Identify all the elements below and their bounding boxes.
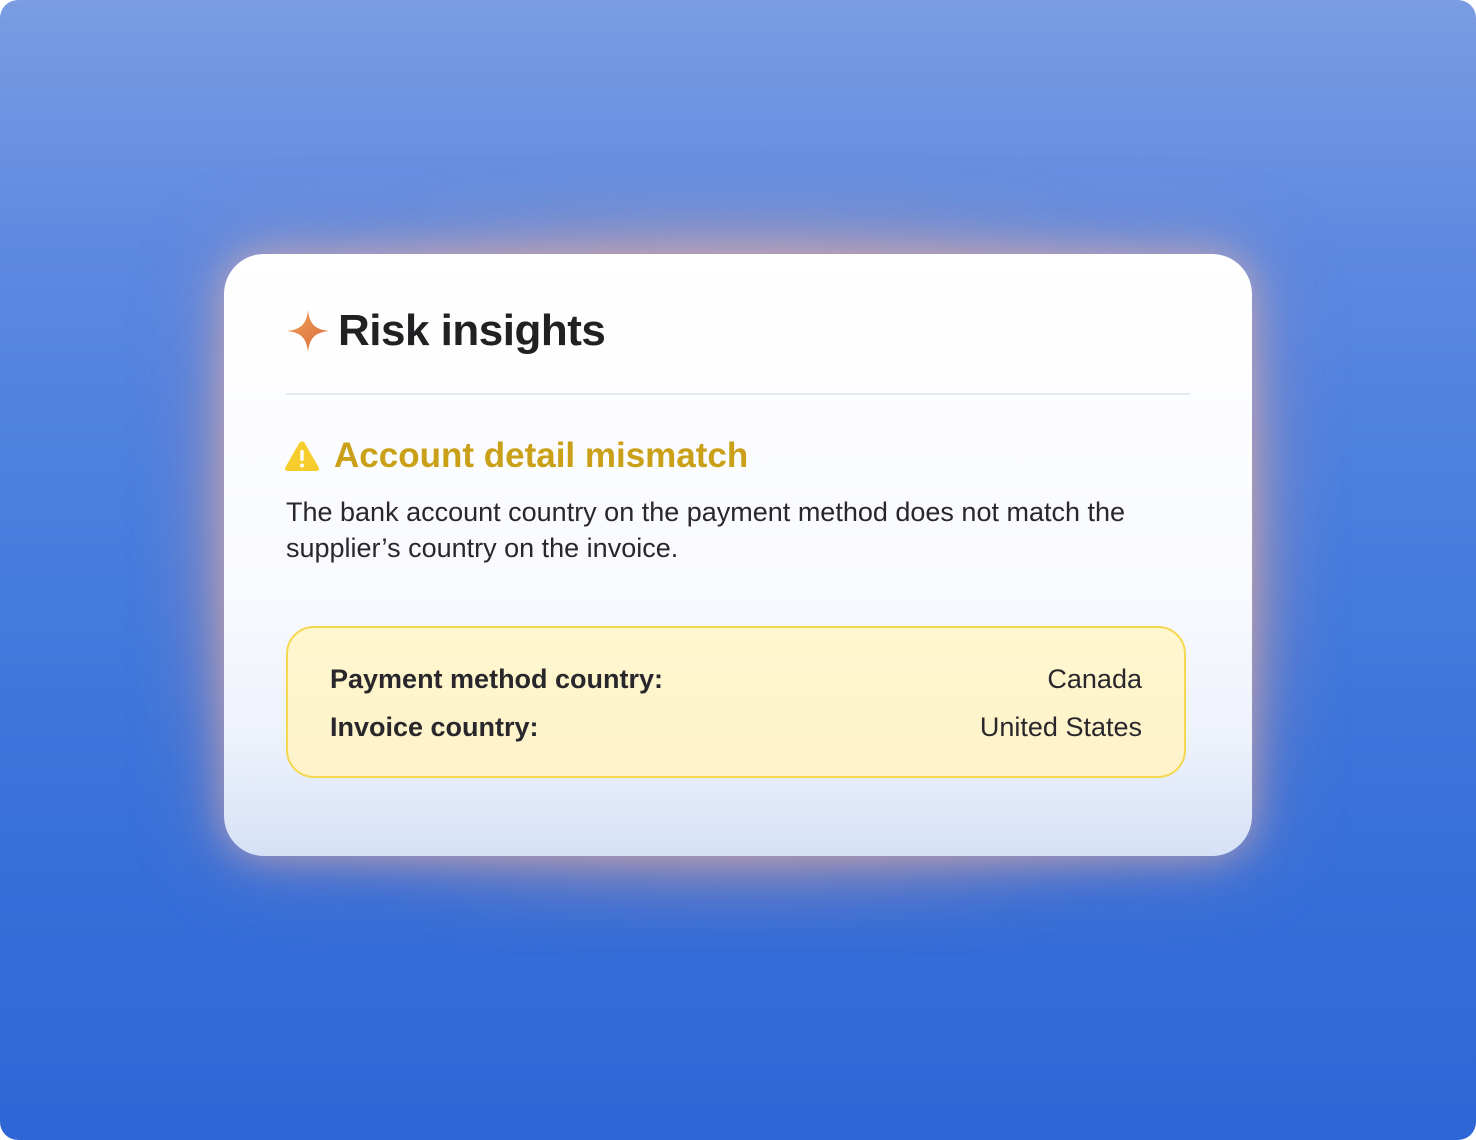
alert-description: The bank account country on the payment … (286, 497, 1126, 563)
detail-label: Payment method country: (330, 664, 664, 694)
risk-insights-card: Risk insights Account detail mismatch Th… (224, 254, 1252, 856)
mismatch-details-box: Payment method country: Canada Invoice c… (286, 626, 1186, 778)
card-title: Risk insights (338, 306, 606, 355)
card-header: Risk insights (286, 306, 606, 356)
detail-row-payment-method: Payment method country: Canada (330, 664, 1142, 695)
background-canvas: Risk insights Account detail mismatch Th… (0, 0, 1476, 1140)
alert-heading: Account detail mismatch (284, 436, 748, 476)
alert-title: Account detail mismatch (334, 436, 749, 475)
sparkle-icon (286, 309, 330, 353)
detail-row-invoice: Invoice country: United States (330, 712, 1142, 743)
detail-value: Canada (1047, 664, 1142, 694)
warning-icon (284, 439, 320, 473)
detail-label: Invoice country: (330, 712, 539, 742)
detail-value: United States (979, 712, 1142, 742)
header-divider (286, 393, 1190, 395)
